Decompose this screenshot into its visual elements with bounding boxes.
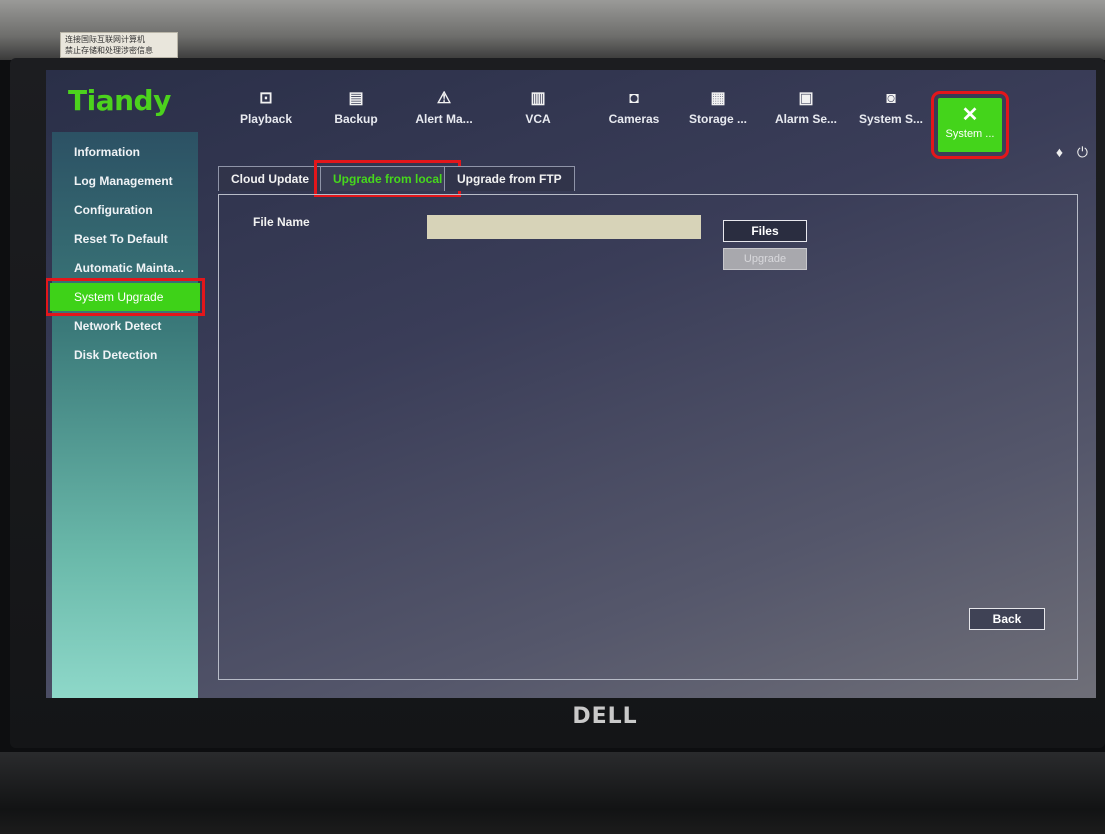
menu-playback[interactable]: ⊡ Playback	[226, 88, 306, 154]
sidebar-item-disk-detection[interactable]: Disk Detection	[52, 341, 198, 369]
nvr-screen: Tiandy ⊡ Playback ▤ Backup ⚠ Alert Ma...…	[46, 70, 1096, 698]
file-name-input[interactable]	[427, 215, 701, 239]
menu-system-settings[interactable]: ◙ System S...	[851, 88, 931, 154]
top-menu-bar: ⊡ Playback ▤ Backup ⚠ Alert Ma... ▥ VCA …	[226, 88, 1026, 159]
sidebar: Information Log Management Configuration…	[46, 132, 205, 698]
menu-vca[interactable]: ▥ VCA	[498, 88, 578, 154]
files-button[interactable]: Files	[723, 220, 807, 242]
menu-system-maintenance[interactable]: ✕ System ...	[931, 91, 1009, 159]
sticker-line-2: 禁止存储和处理涉密信息	[65, 46, 153, 55]
chart-icon: ▥	[530, 90, 546, 107]
tab-upgrade-from-local[interactable]: Upgrade from local	[313, 160, 462, 197]
sidebar-item-reset-to-default[interactable]: Reset To Default	[52, 225, 198, 253]
menu-label: System S...	[858, 112, 924, 126]
sidebar-item-information[interactable]: Information	[52, 138, 198, 166]
menu-label: VCA	[525, 112, 551, 126]
notification-icon[interactable]: ♦	[1056, 144, 1063, 160]
tools-icon: ✕	[961, 104, 979, 126]
menu-label: Storage ...	[688, 112, 747, 126]
sidebar-item-network-detect[interactable]: Network Detect	[52, 312, 198, 340]
camera-icon: ◘	[629, 90, 639, 107]
sidebar-item-automatic-maintenance[interactable]: Automatic Mainta...	[52, 254, 198, 282]
menu-label: Playback	[239, 112, 293, 126]
alert-icon: ⚠	[436, 90, 452, 107]
playback-icon: ⊡	[259, 90, 273, 107]
save-icon: ▤	[348, 90, 364, 107]
dell-logo: DELL	[572, 704, 638, 729]
sidebar-item-configuration[interactable]: Configuration	[52, 196, 198, 224]
sticker-line-1: 连接国际互联网计算机	[65, 35, 145, 44]
sidebar-item-system-upgrade[interactable]: System Upgrade	[46, 278, 205, 316]
upgrade-panel: File Name Files Upgrade Back	[218, 194, 1078, 680]
menu-alarm-settings[interactable]: ▣ Alarm Se...	[766, 88, 846, 154]
sidebar-item-log-management[interactable]: Log Management	[52, 167, 198, 195]
tab-cloud-update[interactable]: Cloud Update	[218, 166, 322, 191]
file-name-label: File Name	[253, 215, 310, 229]
upgrade-button[interactable]: Upgrade	[723, 248, 807, 270]
tiandy-logo: Tiandy	[68, 84, 171, 117]
alarm-icon: ▣	[798, 90, 814, 107]
menu-label: Backup	[334, 112, 378, 126]
storage-icon: ▦	[710, 90, 726, 107]
menu-label: Cameras	[608, 112, 660, 126]
menu-alert-management[interactable]: ⚠ Alert Ma...	[404, 88, 484, 154]
menu-label: Alarm Se...	[774, 112, 838, 126]
menu-backup[interactable]: ▤ Backup	[316, 88, 396, 154]
desk-background	[0, 752, 1105, 834]
tab-upgrade-from-ftp[interactable]: Upgrade from FTP	[444, 166, 575, 191]
menu-label: System ...	[945, 128, 995, 140]
top-right-controls: ♦ ⏻	[1046, 144, 1088, 161]
warning-sticker: 连接国际互联网计算机 禁止存储和处理涉密信息	[60, 32, 178, 58]
menu-cameras[interactable]: ◘ Cameras	[594, 88, 674, 154]
power-icon[interactable]: ⏻	[1077, 144, 1088, 160]
back-button[interactable]: Back	[969, 608, 1045, 630]
menu-label: Alert Ma...	[415, 112, 473, 126]
menu-storage[interactable]: ▦ Storage ...	[678, 88, 758, 154]
monitor-icon: ◙	[886, 90, 896, 107]
